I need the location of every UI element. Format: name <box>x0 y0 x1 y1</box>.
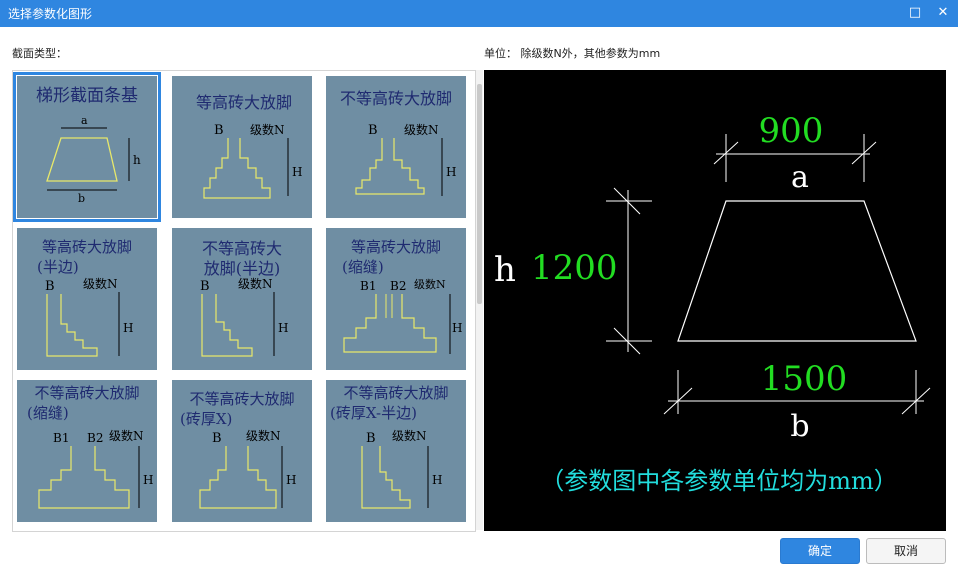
shape-caption-sub: 放脚(半边) <box>204 259 281 278</box>
grid-scrollbar-thumb[interactable] <box>477 84 482 304</box>
top-value: 900 <box>759 111 824 151</box>
unit-footnote: （参数图中各参数单位均为mm） <box>540 467 898 495</box>
svg-text:B1: B1 <box>360 279 376 293</box>
svg-text:H: H <box>286 473 296 487</box>
shape-unequal-brick-footing[interactable]: 不等高砖大放脚 B 级数N H <box>326 76 466 218</box>
svg-text:B: B <box>200 279 210 294</box>
shape-equal-brick-footing-half[interactable]: 等高砖大放脚 (半边) B 级数N H <box>17 228 157 370</box>
shape-unequal-brick-footing-joint[interactable]: 不等高砖大放脚 (缩缝) B1 B2 级数N H <box>17 380 157 522</box>
svg-text:B2: B2 <box>390 279 406 293</box>
maximize-icon[interactable]: □ <box>904 3 926 23</box>
top-label: a <box>791 160 809 195</box>
svg-text:a: a <box>81 114 88 127</box>
shape-caption: 不等高砖大放脚 <box>34 384 139 402</box>
svg-text:级数N: 级数N <box>246 428 281 443</box>
ok-button[interactable]: 确定 <box>780 538 860 564</box>
shape-caption: 不等高砖大 <box>202 239 282 258</box>
preview-trapezoid <box>677 200 917 342</box>
shape-equal-brick-footing[interactable]: 等高砖大放脚 B 级数N H <box>172 76 312 218</box>
svg-text:级数N: 级数N <box>250 122 285 137</box>
shape-caption-sub: (砖厚X-半边) <box>330 404 417 422</box>
height-label: h <box>494 250 516 290</box>
svg-text:级数N: 级数N <box>238 276 273 291</box>
svg-text:B: B <box>45 279 55 294</box>
svg-text:H: H <box>452 321 462 335</box>
svg-text:级数N: 级数N <box>392 428 427 443</box>
svg-text:B: B <box>368 123 378 138</box>
shape-caption: 梯形截面条基 <box>36 86 138 106</box>
svg-text:H: H <box>446 165 456 179</box>
shape-caption: 等高砖大放脚 <box>42 238 132 256</box>
unit-note: 单位： 除级数N外，其他参数为mm <box>484 47 661 60</box>
svg-text:B1: B1 <box>53 431 69 445</box>
svg-text:H: H <box>123 321 133 335</box>
bottom-label: b <box>790 409 809 444</box>
close-icon[interactable]: ✕ <box>932 3 954 23</box>
shape-caption-sub: (半边) <box>37 258 79 276</box>
bottom-value: 1500 <box>761 359 848 399</box>
svg-text:H: H <box>432 473 442 487</box>
svg-text:级数N: 级数N <box>83 276 118 291</box>
window-title: 选择参数化图形 <box>8 7 93 21</box>
height-value: 1200 <box>531 248 618 288</box>
shape-caption: 不等高砖大放脚 <box>343 384 448 402</box>
svg-text:b: b <box>78 192 85 205</box>
shape-unequal-brick-footing-thickness-half[interactable]: 不等高砖大放脚 (砖厚X-半边) B 级数N H <box>326 380 466 522</box>
shape-caption-sub: (砖厚X) <box>180 410 232 428</box>
cancel-button[interactable]: 取消 <box>866 538 946 564</box>
shape-equal-brick-footing-joint[interactable]: 等高砖大放脚 (缩缝) B1 B2 级数N H <box>326 228 466 370</box>
svg-text:B: B <box>366 431 376 446</box>
svg-text:级数N: 级数N <box>109 428 144 443</box>
section-type-label: 截面类型： <box>12 47 67 60</box>
shape-caption-sub: (缩缝) <box>342 258 384 276</box>
title-bar: 选择参数化图形 □ ✕ <box>0 0 958 27</box>
svg-text:B: B <box>212 431 222 446</box>
shape-trapezoid-strip[interactable]: 梯形截面条基 a b h <box>13 72 161 222</box>
svg-text:级数N: 级数N <box>414 278 446 291</box>
shape-grid: 梯形截面条基 a b h 等高砖大放脚 B 级数N H 不等高砖大放脚 B 级数… <box>12 70 476 532</box>
svg-text:级数N: 级数N <box>404 122 439 137</box>
shape-caption: 等高砖大放脚 <box>196 93 292 112</box>
preview-panel: 900 a h 1200 1500 b （参数图中各参数单位均为mm） <box>484 70 946 531</box>
svg-text:H: H <box>143 473 153 487</box>
shape-caption: 不等高砖大放脚 <box>189 390 294 408</box>
svg-text:B2: B2 <box>87 431 103 445</box>
svg-text:H: H <box>292 165 302 179</box>
svg-text:h: h <box>133 153 141 167</box>
shape-caption: 不等高砖大放脚 <box>340 89 452 108</box>
shape-caption-sub: (缩缝) <box>27 404 69 422</box>
svg-text:B: B <box>214 123 224 138</box>
shape-unequal-brick-footing-thickness[interactable]: 不等高砖大放脚 (砖厚X) B 级数N H <box>172 380 312 522</box>
shape-unequal-brick-footing-half[interactable]: 不等高砖大 放脚(半边) B 级数N H <box>172 228 312 370</box>
shape-caption: 等高砖大放脚 <box>351 238 441 256</box>
svg-text:H: H <box>278 321 288 335</box>
